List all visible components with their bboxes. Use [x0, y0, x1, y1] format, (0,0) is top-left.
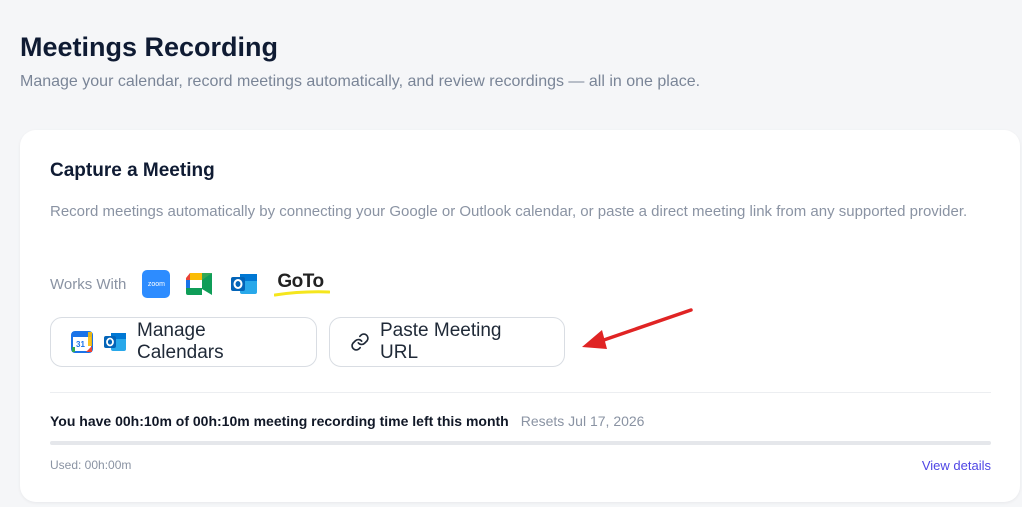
- manage-calendars-button[interactable]: 31 Manage Calendars: [50, 317, 317, 367]
- goto-icon: GoTo: [274, 269, 331, 299]
- paste-meeting-url-label: Paste Meeting URL: [380, 320, 502, 363]
- quota-text: You have 00h:10m of 00h:10m meeting reco…: [50, 413, 509, 429]
- card-title: Capture a Meeting: [50, 160, 215, 181]
- google-calendar-icon: 31: [71, 331, 93, 353]
- outlook-icon: [230, 271, 258, 297]
- red-arrow-annotation: [582, 308, 693, 349]
- zoom-icon: zoom: [142, 270, 171, 298]
- works-with-label: Works With: [50, 275, 127, 293]
- quota-reset-date: Resets Jul 17, 2026: [520, 413, 645, 429]
- paste-meeting-url-button[interactable]: Paste Meeting URL: [329, 317, 565, 367]
- page-subtitle: Manage your calendar, record meetings au…: [20, 73, 701, 90]
- usage-progress-bar: [50, 441, 991, 445]
- quota-row: You have 00h:10m of 00h:10m meeting reco…: [50, 413, 644, 429]
- page-title: Meetings Recording: [20, 32, 279, 62]
- outlook-icon: [103, 331, 127, 353]
- link-icon: [350, 332, 370, 352]
- manage-calendars-label: Manage Calendars: [137, 320, 224, 363]
- used-time: Used: 00h:00m: [50, 458, 132, 472]
- divider: [50, 392, 991, 393]
- works-with-row: Works With zoom GoTo: [50, 268, 346, 300]
- zoom-logo-text: zoom: [142, 270, 171, 298]
- google-calendar-day: 31: [76, 340, 85, 349]
- capture-meeting-card: Capture a Meeting Record meetings automa…: [20, 130, 1020, 502]
- view-details-link[interactable]: View details: [922, 458, 991, 473]
- card-description: Record meetings automatically by connect…: [50, 203, 968, 220]
- google-meet-icon: [186, 271, 214, 297]
